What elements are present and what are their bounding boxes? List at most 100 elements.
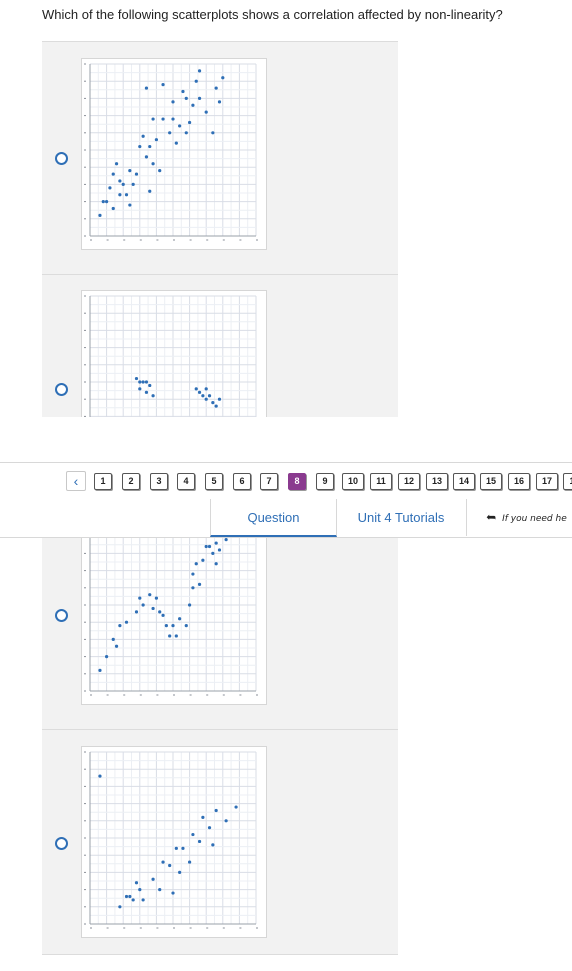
help-link[interactable]: ➦ If you need he: [486, 499, 567, 536]
question-button-9[interactable]: 9: [316, 473, 334, 490]
question-button-6[interactable]: 6: [233, 473, 251, 490]
data-point: [148, 593, 152, 597]
data-point: [174, 141, 178, 145]
question-button-1[interactable]: 1: [94, 473, 112, 490]
data-point: [211, 401, 215, 405]
scatterplot-svg-3: [81, 537, 267, 705]
scatterplot-option-3: [81, 537, 267, 705]
data-point: [138, 380, 142, 384]
data-point: [144, 155, 149, 159]
data-point: [141, 380, 145, 384]
question-button-12[interactable]: 12: [398, 473, 420, 490]
data-point: [98, 668, 102, 672]
data-point: [161, 83, 165, 87]
data-point: [214, 404, 218, 408]
data-point: [128, 894, 132, 899]
data-point: [141, 603, 145, 607]
data-point: [191, 586, 195, 590]
data-point: [141, 898, 145, 902]
data-point: [171, 117, 175, 121]
data-point: [188, 603, 192, 607]
data-point: [194, 387, 198, 391]
data-point: [118, 624, 122, 628]
plot-frame: [81, 58, 267, 250]
tab-question[interactable]: Question: [210, 499, 337, 537]
question-button-14[interactable]: 14: [453, 473, 475, 490]
radio-button-option-2[interactable]: [55, 383, 68, 396]
data-point: [138, 144, 142, 149]
answer-option-1[interactable]: [42, 41, 398, 276]
data-point: [151, 117, 155, 121]
scatterplot-option-1: [81, 58, 267, 250]
data-point: [214, 86, 218, 90]
plot-grid: [89, 63, 257, 237]
data-point: [144, 390, 149, 394]
question-button-2[interactable]: 2: [122, 473, 140, 490]
data-point: [114, 644, 119, 648]
data-point: [217, 100, 222, 104]
data-point: [197, 69, 202, 73]
data-point: [111, 206, 115, 211]
data-point: [224, 819, 228, 823]
data-point: [178, 870, 182, 874]
question-button-5[interactable]: 5: [205, 473, 223, 490]
data-point: [158, 888, 162, 892]
question-button-15[interactable]: 15: [480, 473, 502, 490]
data-point: [148, 383, 152, 388]
answer-option-2[interactable]: [42, 274, 398, 417]
data-point: [124, 620, 129, 624]
data-point: [118, 905, 122, 909]
data-point: [204, 387, 208, 391]
data-point: [174, 846, 178, 850]
question-text: Which of the following scatterplots show…: [42, 7, 503, 22]
radio-button-option-1[interactable]: [55, 152, 68, 165]
radio-button-option-3[interactable]: [55, 609, 68, 622]
data-point: [144, 86, 149, 90]
data-point: [191, 103, 195, 107]
data-point: [181, 846, 185, 850]
data-point: [151, 606, 155, 611]
data-point: [105, 655, 109, 659]
question-button-7[interactable]: 7: [260, 473, 278, 490]
data-point: [128, 203, 132, 207]
data-point: [124, 894, 129, 899]
data-point: [211, 551, 215, 555]
data-point: [214, 562, 218, 566]
data-point: [178, 617, 182, 621]
plot-frame: [81, 290, 267, 417]
data-point: [148, 144, 152, 149]
answer-option-3[interactable]: [42, 537, 398, 730]
back-arrow-icon: ➦: [486, 510, 497, 524]
question-button-11[interactable]: 11: [370, 473, 392, 490]
data-point: [131, 182, 135, 186]
data-point: [204, 544, 208, 549]
data-point: [148, 189, 152, 193]
radio-button-option-4[interactable]: [55, 837, 68, 850]
question-button-8[interactable]: 8: [288, 473, 306, 490]
scatterplot-svg-4: [81, 746, 267, 938]
data-point: [98, 213, 102, 217]
data-point: [161, 117, 165, 121]
data-point: [211, 843, 215, 847]
question-button-10[interactable]: 10: [342, 473, 364, 490]
data-point: [171, 100, 175, 104]
data-point: [181, 89, 185, 94]
data-point: [141, 134, 145, 138]
question-button-18[interactable]: 1: [563, 473, 572, 490]
tab-unit-4-tutorials[interactable]: Unit 4 Tutorials: [336, 499, 467, 536]
data-point: [144, 380, 149, 384]
answer-option-4[interactable]: [42, 729, 398, 955]
data-point: [171, 891, 175, 895]
chevron-left-icon[interactable]: ‹: [66, 471, 86, 491]
question-button-16[interactable]: 16: [508, 473, 530, 490]
question-button-17[interactable]: 17: [536, 473, 558, 490]
data-point: [211, 131, 215, 135]
data-point: [201, 815, 205, 819]
help-text: If you need he: [502, 514, 567, 524]
question-button-3[interactable]: 3: [150, 473, 168, 490]
data-point: [111, 172, 115, 176]
data-point: [174, 634, 178, 638]
question-button-13[interactable]: 13: [426, 473, 448, 490]
data-point: [217, 397, 222, 401]
question-button-4[interactable]: 4: [177, 473, 195, 490]
